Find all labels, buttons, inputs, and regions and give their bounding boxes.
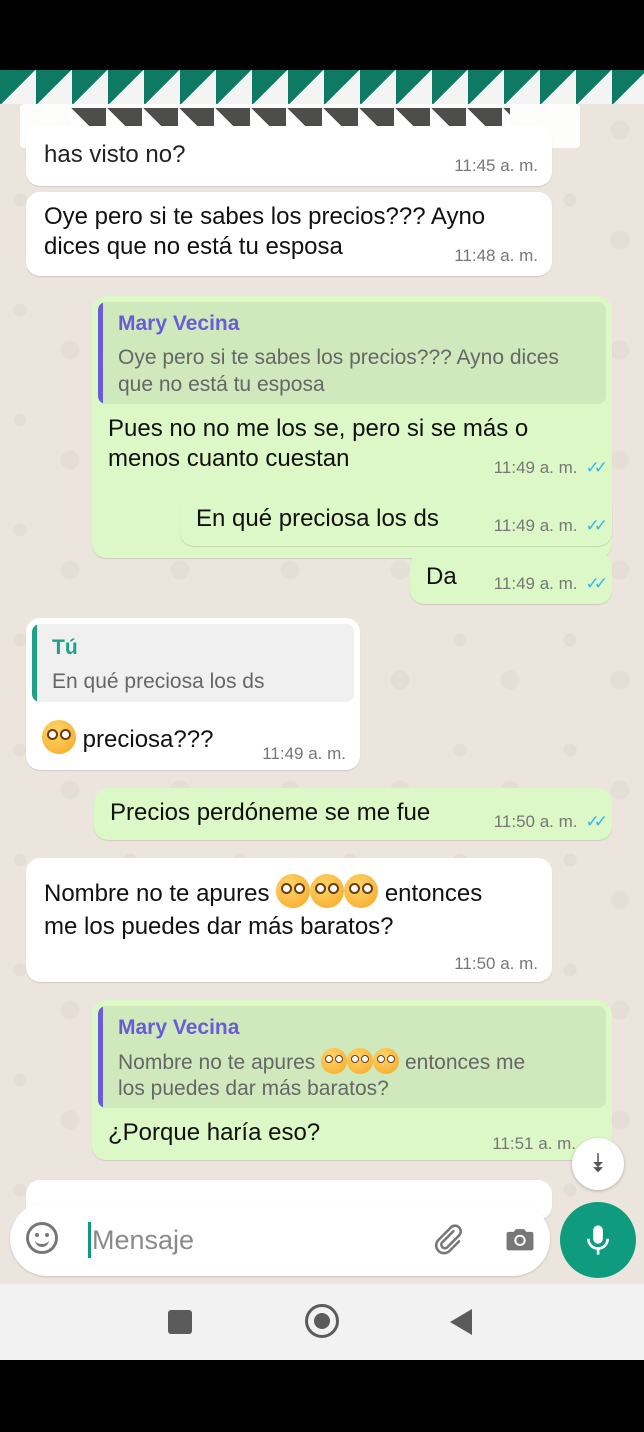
flushed-face-emoji (347, 1048, 374, 1074)
message-text-part1: Nombre no te apures (44, 880, 270, 907)
quote-text-line2: que no está tu esposa (118, 373, 325, 396)
flushed-face-emoji (276, 874, 311, 908)
chat-area[interactable]: has visto no? 11:45 a. m. Oye pero si te… (0, 70, 644, 1284)
message-text-line1: Oye pero si te sabes los precios??? Ayno (44, 203, 486, 230)
message-text-line2: menos cuanto cuestan (108, 445, 350, 472)
message-composer (10, 1202, 550, 1276)
message-time-text: 11:49 a. m. (493, 458, 578, 477)
quote-text-line2: los puedes dar más baratos? (118, 1077, 389, 1100)
message-text-value: preciosa??? (82, 726, 214, 753)
quote-text-line1: Oye pero si te sabes los precios??? Ayno… (118, 346, 559, 369)
message-time: 11:50 a. m. (454, 954, 538, 973)
message-text-line1: Pues no no me los se, pero si se más o (108, 415, 529, 442)
quote-text-part1: Nombre no te apures (118, 1051, 316, 1074)
scroll-to-bottom-button[interactable]: ⯯ (572, 1138, 624, 1190)
home-button[interactable] (305, 1304, 339, 1338)
message-time: 11:49 a. m. (262, 744, 346, 763)
flushed-face-emoji (42, 720, 76, 754)
system-navigation-bar (0, 1284, 644, 1360)
back-button[interactable] (450, 1309, 472, 1335)
message-time: 11:48 a. m. (454, 246, 538, 265)
message-text-line2: me los puedes dar más baratos? (44, 913, 394, 940)
quote-text-part2: entonces me (404, 1051, 526, 1074)
message-incoming[interactable]: Tú En qué preciosa los ds preciosa??? 11… (26, 618, 360, 770)
quote-bar (32, 624, 37, 702)
quoted-message[interactable]: Mary Vecina Nombre no te apures entonces… (98, 1006, 606, 1108)
microphone-button[interactable] (560, 1202, 636, 1278)
quote-author: Mary Vecina (118, 1016, 240, 1039)
double-check-icon: ✓✓ (585, 812, 608, 831)
quoted-message[interactable]: Tú En qué preciosa los ds (32, 624, 354, 702)
message-time-text: 11:49 a. m. (493, 516, 578, 535)
camera-icon[interactable] (502, 1222, 538, 1256)
message-text: preciosa??? (42, 720, 213, 755)
message-incoming[interactable]: has visto no? 11:45 a. m. (26, 126, 552, 186)
header-decoration (0, 70, 644, 104)
quote-text: En qué preciosa los ds (52, 670, 265, 693)
message-text-line2: dices que no está tu esposa (44, 233, 343, 260)
flushed-face-emoji (344, 874, 379, 908)
message-text: ¿Porque haría eso? (108, 1119, 321, 1146)
double-check-icon: ✓✓ (585, 574, 608, 593)
quote-bar (98, 1006, 103, 1108)
double-check-icon: ✓✓ (585, 458, 608, 477)
message-text: En qué preciosa los ds (196, 505, 439, 532)
recents-button[interactable] (168, 1310, 192, 1334)
message-time: 11:45 a. m. (454, 156, 538, 175)
microphone-icon (586, 1225, 610, 1255)
quote-author: Mary Vecina (118, 312, 240, 335)
quote-bar (98, 302, 103, 404)
message-time: 11:50 a. m. ✓✓ (493, 812, 608, 832)
flushed-face-emoji (373, 1048, 400, 1074)
flushed-face-emoji (321, 1048, 348, 1074)
message-time-text: 11:50 a. m. (493, 812, 578, 831)
double-check-icon: ✓✓ (585, 516, 608, 535)
double-chevron-down-icon: ⯯ (590, 1148, 606, 1178)
message-text-line1: Nombre no te apures entonces (44, 874, 482, 909)
message-incoming[interactable]: Nombre no te apures entonces me los pued… (26, 858, 552, 982)
message-text: Da (426, 563, 457, 590)
message-outgoing[interactable]: Precios perdóneme se me fue 11:50 a. m. ✓… (94, 788, 612, 840)
message-incoming[interactable]: Oye pero si te sabes los precios??? Ayno… (26, 192, 552, 276)
message-text-part2: entonces (384, 880, 483, 907)
message-outgoing[interactable]: Da 11:49 a. m. ✓✓ (410, 552, 612, 604)
message-time: 11:49 a. m. ✓✓ (493, 516, 608, 536)
flushed-face-emoji (310, 874, 345, 908)
quoted-message[interactable]: Mary Vecina Oye pero si te sabes los pre… (98, 302, 606, 404)
message-outgoing[interactable]: Mary Vecina Nombre no te apures entonces… (92, 1000, 612, 1160)
message-time: 11:49 a. m. ✓✓ (493, 458, 608, 478)
text-cursor (88, 1222, 91, 1258)
message-time: 11:49 a. m. ✓✓ (493, 574, 608, 594)
message-time-text: 11:49 a. m. (493, 574, 578, 593)
message-outgoing[interactable]: En qué preciosa los ds 11:49 a. m. ✓✓ (180, 494, 612, 546)
message-time-text: 11:51 a. m. (492, 1134, 576, 1153)
quote-text-line1: Nombre no te apures entonces me (118, 1048, 525, 1076)
quote-author: Tú (52, 636, 78, 659)
emoji-icon[interactable] (26, 1222, 58, 1254)
message-time: 11:51 a. m. (492, 1134, 576, 1154)
paperclip-icon[interactable] (430, 1222, 464, 1256)
message-input[interactable] (92, 1220, 392, 1260)
message-text: has visto no? (44, 141, 186, 168)
message-text: Precios perdóneme se me fue (110, 799, 431, 826)
